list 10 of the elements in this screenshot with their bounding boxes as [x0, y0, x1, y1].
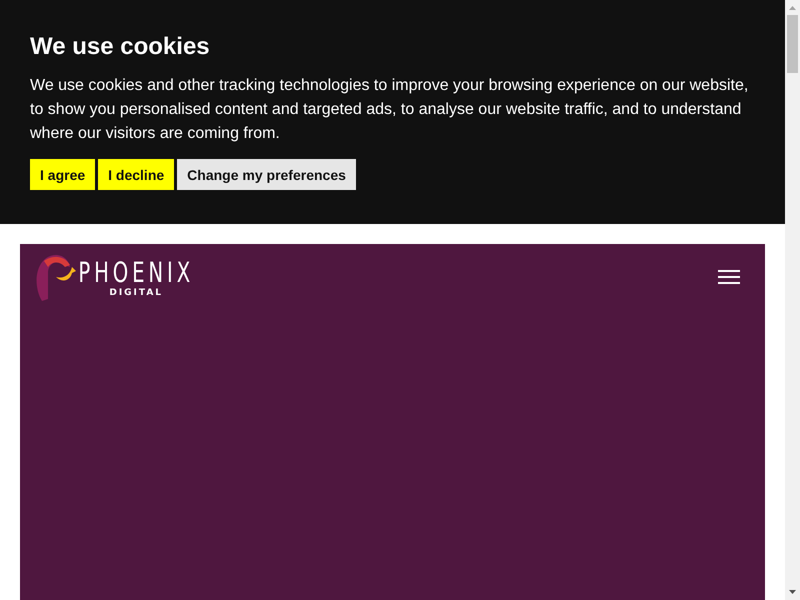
logo-name: PHOENIX	[78, 258, 194, 288]
logo-tagline: DIGITAL	[109, 288, 164, 298]
menu-icon[interactable]	[718, 270, 740, 284]
phoenix-logo-icon[interactable]	[34, 253, 76, 303]
cookie-message: We use cookies and other tracking technologies to improve your browsing experience on our website, to show you personalised content and targeted ads, to analyse our website traffic, and to understand where our visitors are coming from.	[30, 76, 750, 144]
cookie-title: We use cookies	[30, 32, 210, 62]
preferences-button[interactable]: Change my preferences	[177, 159, 356, 190]
scrollbar[interactable]	[785, 0, 800, 600]
consent-button[interactable]: I decline	[98, 159, 174, 190]
consent-button[interactable]: I agree	[30, 159, 96, 190]
